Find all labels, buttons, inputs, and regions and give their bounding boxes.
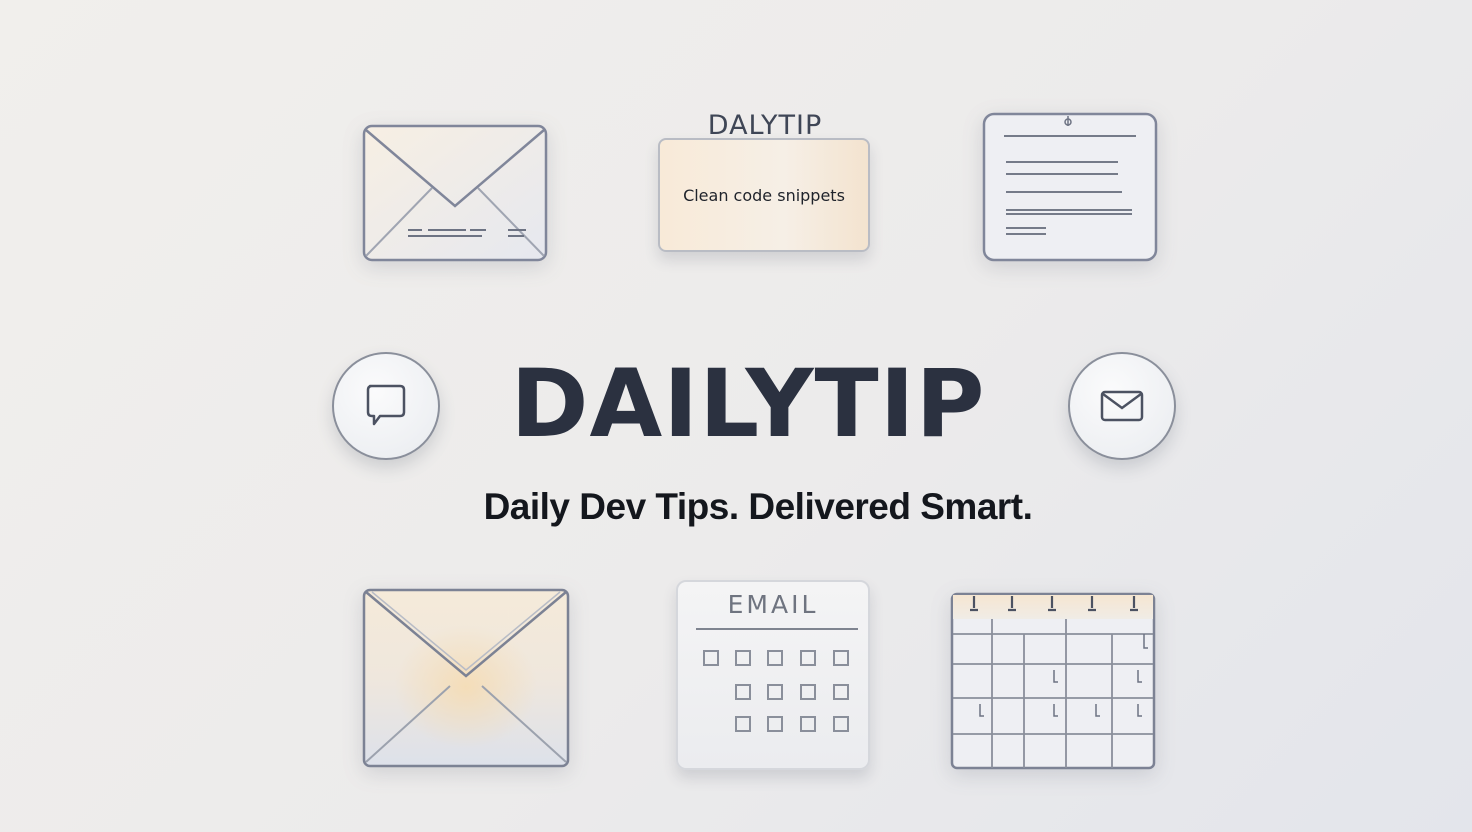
page-title: DAILYTIP [510, 350, 986, 459]
mail-icon [1100, 390, 1144, 422]
chat-circle [332, 352, 440, 460]
envelope-icon [362, 124, 548, 262]
calendar-grid-icon [703, 650, 849, 732]
note-card: Clean code snippets [658, 138, 870, 252]
mail-circle [1068, 352, 1176, 460]
note-card-text: Clean code snippets [683, 185, 845, 205]
email-calendar-card: EMAIL [676, 580, 870, 770]
chat-bubble-icon [366, 384, 406, 426]
calendar-icon [950, 592, 1156, 770]
tagline: Daily Dev Tips. Delivered Smart. [483, 486, 1033, 527]
document-icon [982, 112, 1158, 262]
envelope-icon [362, 588, 570, 768]
note-card-label: DALYTIP [707, 110, 823, 141]
